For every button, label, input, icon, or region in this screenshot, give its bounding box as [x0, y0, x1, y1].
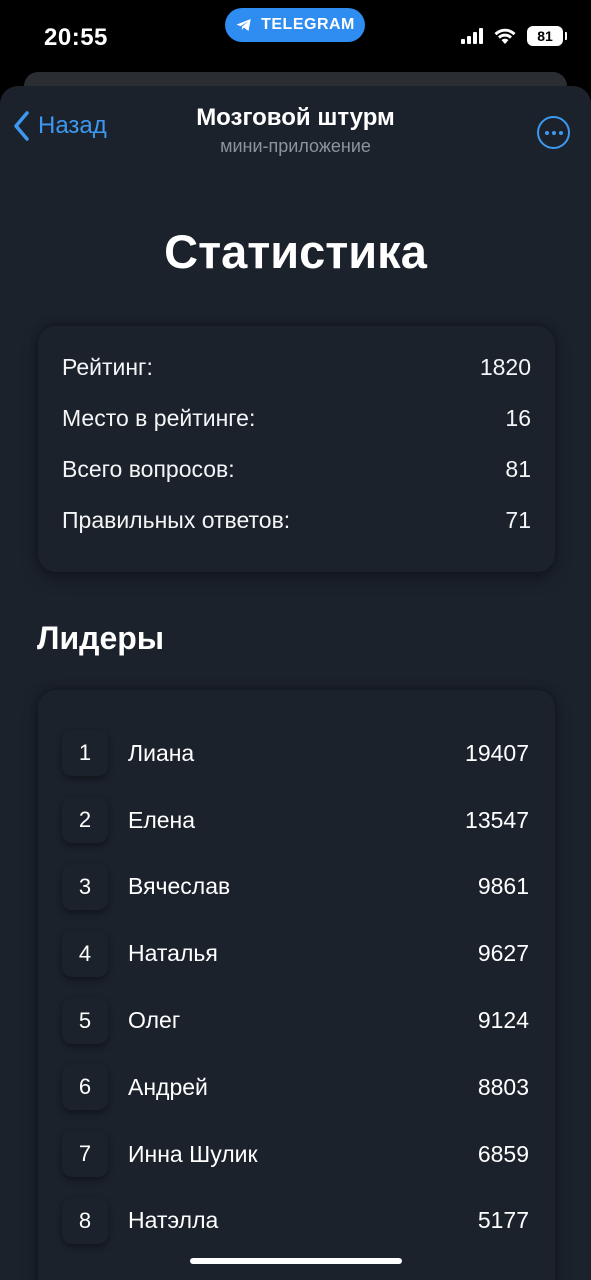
leader-row[interactable]: 1 Лиана 19407	[62, 720, 529, 787]
leader-name: Инна Шулик	[128, 1140, 258, 1167]
nav-bar: Назад Мозговой штурм мини-приложение	[0, 86, 591, 176]
stats-card: Рейтинг: 1820 Место в рейтинге: 16 Всего…	[38, 326, 555, 572]
page-title: Статистика	[164, 225, 427, 278]
leader-name: Олег	[128, 1007, 181, 1034]
leader-score: 8803	[477, 1073, 529, 1100]
leader-row[interactable]: 6 Андрей 8803	[62, 1054, 529, 1121]
rank-badge: 6	[62, 1064, 108, 1111]
rank-badge: 5	[62, 997, 108, 1044]
home-indicator[interactable]	[190, 1258, 402, 1264]
leader-name: Наталья	[128, 940, 218, 967]
status-time: 20:55	[44, 24, 108, 51]
leader-row[interactable]: 3 Вячеслав 9861	[62, 854, 529, 921]
leader-name: Лиана	[128, 739, 195, 766]
leader-row[interactable]: 2 Елена 13547	[62, 787, 529, 854]
rank-badge: 2	[62, 797, 108, 844]
leader-score: 19407	[465, 739, 529, 766]
more-dot-icon	[544, 130, 549, 135]
leader-name: Елена	[128, 806, 196, 833]
leader-row[interactable]: 4 Наталья 9627	[62, 920, 529, 987]
stat-label: Место в рейтинге:	[62, 405, 256, 431]
stat-value: 1820	[479, 354, 531, 380]
stat-label: Правильных ответов:	[62, 507, 291, 533]
status-bar: 20:55 TELEGRAM 81	[0, 0, 591, 72]
stat-row: Рейтинг: 1820	[62, 354, 531, 405]
battery-icon: 81	[527, 26, 567, 46]
rank-badge: 7	[62, 1131, 108, 1178]
telegram-pill[interactable]: TELEGRAM	[225, 8, 365, 42]
stat-row: Всего вопросов: 81	[62, 456, 531, 507]
telegram-icon	[236, 19, 251, 31]
mini-app-sheet: Назад Мозговой штурм мини-приложение Ста…	[0, 86, 591, 1280]
app-subtitle: мини-приложение	[220, 136, 371, 156]
stat-value: 81	[505, 456, 531, 482]
leader-row[interactable]: 5 Олег 9124	[62, 987, 529, 1054]
more-options-button[interactable]	[537, 116, 570, 149]
leader-row[interactable]: 8 Натэлла 5177	[62, 1188, 529, 1255]
leader-score: 9124	[477, 1007, 529, 1034]
rank-badge: 4	[62, 930, 108, 977]
leaders-title: Лидеры	[37, 620, 165, 656]
telegram-pill-label: TELEGRAM	[261, 16, 355, 33]
leader-row[interactable]: 7 Инна Шулик 6859	[62, 1121, 529, 1188]
status-indicators: 81	[461, 26, 567, 46]
leaders-card: 1 Лиана 19407 2 Елена 13547 3 Вячеслав 9…	[38, 690, 555, 1280]
stat-row: Место в рейтинге: 16	[62, 405, 531, 456]
stat-label: Рейтинг:	[62, 354, 153, 380]
rank-badge: 8	[62, 1197, 108, 1244]
more-dot-icon	[558, 130, 563, 135]
leader-score: 9627	[477, 940, 529, 967]
app-title: Мозговой штурм	[196, 104, 395, 131]
leader-name: Андрей	[128, 1073, 208, 1100]
rank-badge: 1	[62, 730, 108, 777]
stat-label: Всего вопросов:	[62, 456, 235, 482]
more-dot-icon	[551, 130, 556, 135]
leader-score: 9861	[477, 873, 529, 900]
stat-row: Правильных ответов: 71	[62, 507, 531, 558]
cellular-signal-icon	[461, 28, 483, 44]
leader-name: Вячеслав	[128, 873, 231, 900]
leader-score: 6859	[477, 1140, 529, 1167]
leader-score: 5177	[477, 1207, 529, 1234]
leader-name: Натэлла	[128, 1207, 219, 1234]
stat-value: 71	[505, 507, 531, 533]
rank-badge: 3	[62, 863, 108, 910]
leader-score: 13547	[465, 806, 529, 833]
stat-value: 16	[505, 405, 531, 431]
wifi-icon	[494, 28, 516, 44]
